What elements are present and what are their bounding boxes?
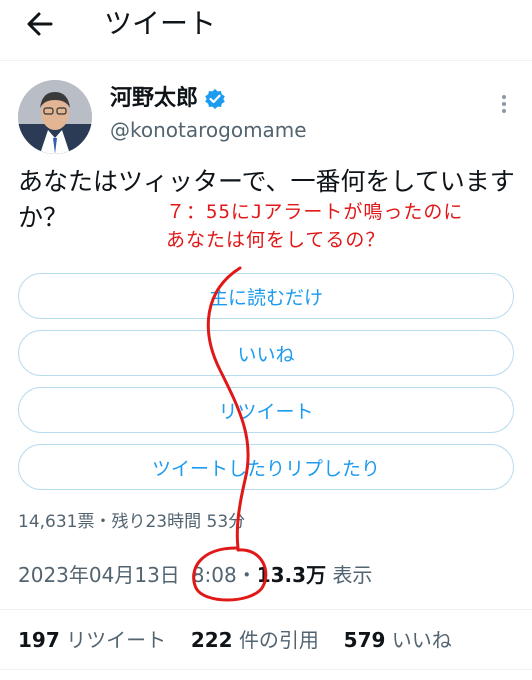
poll-summary: 14,631票・残り23時間 53分 [18, 512, 246, 532]
view-label: 表示 [332, 563, 373, 587]
annotation-line-2: あなたは何をしてるの？ [166, 229, 386, 251]
author-handle[interactable]: @konotarogomame [110, 116, 307, 144]
more-options-button[interactable] [494, 92, 514, 116]
tweet-timestamp[interactable]: 2023年04月13日 8:08・13.3万 表示 [18, 561, 372, 589]
quote-count: 222 [190, 628, 233, 652]
author-name-row[interactable]: 河野太郎 [110, 84, 226, 114]
like-label: いいね [391, 628, 452, 652]
quote-stat[interactable]: 222 件の引用 [191, 628, 319, 652]
header-divider [0, 60, 532, 61]
stats-divider-bottom [0, 669, 532, 670]
avatar-image [18, 80, 92, 154]
poll-option-3[interactable]: リツイート [18, 387, 514, 433]
back-button[interactable] [22, 6, 58, 42]
red-annotation: ７：55にJアラートが鳴ったのに あなたは何をしてるの？ [166, 198, 463, 254]
poll-option-4[interactable]: ツイートしたりリプしたり [18, 444, 514, 490]
stats-divider-top [0, 609, 532, 610]
annotation-line-1: ７：55にJアラートが鳴ったのに [166, 201, 464, 223]
like-count: 579 [343, 628, 386, 652]
tweet-time: 8:08 [191, 563, 237, 587]
engagement-stats: 197 リツイート 222 件の引用 579 いいね [18, 626, 452, 654]
view-count: 13.3万 [256, 563, 327, 587]
more-vertical-icon [502, 95, 506, 113]
arrow-left-icon [27, 12, 53, 36]
poll-option-2[interactable]: いいね [18, 330, 514, 376]
like-stat[interactable]: 579 いいね [344, 628, 452, 652]
verified-badge-icon [205, 89, 225, 109]
tweet-date: 2023年04月13日 [18, 563, 180, 587]
avatar[interactable] [18, 80, 92, 154]
author-name[interactable]: 河野太郎 [110, 84, 198, 114]
retweet-count: 197 [18, 628, 60, 652]
top-bar: ツイート [0, 0, 532, 48]
retweet-label: リツイート [66, 628, 167, 652]
quote-label: 件の引用 [238, 628, 319, 652]
page-title: ツイート [104, 7, 217, 40]
retweet-stat[interactable]: 197 リツイート [18, 628, 166, 652]
poll-option-1[interactable]: 主に読むだけ [18, 273, 514, 319]
timestamp-separator: ・ [236, 563, 257, 587]
